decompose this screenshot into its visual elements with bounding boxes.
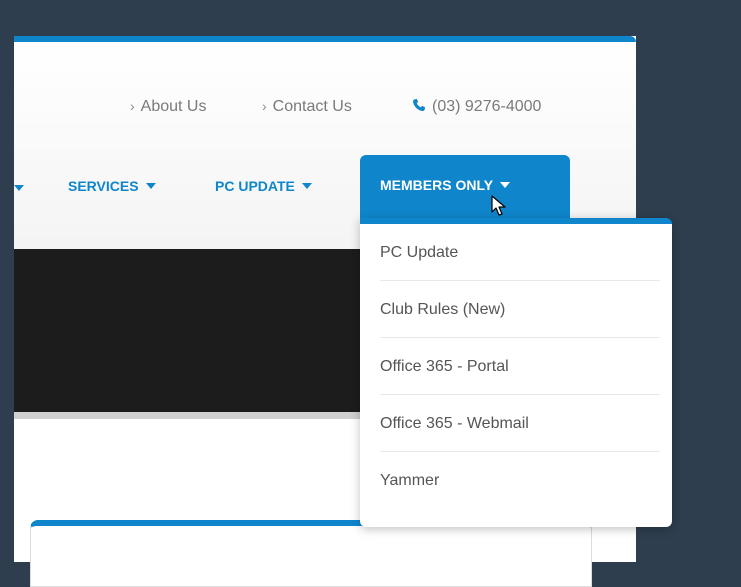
nav-services[interactable]: SERVICES bbox=[68, 178, 156, 194]
nav-members-only[interactable]: MEMBERS ONLY bbox=[360, 155, 570, 218]
menu-item-pc-update[interactable]: PC Update bbox=[380, 224, 660, 281]
menu-item-office365-portal[interactable]: Office 365 - Portal bbox=[380, 338, 660, 395]
menu-item-yammer[interactable]: Yammer bbox=[380, 452, 660, 509]
nav-services-label: SERVICES bbox=[68, 178, 139, 194]
menu-item-office365-webmail[interactable]: Office 365 - Webmail bbox=[380, 395, 660, 452]
content-card bbox=[30, 520, 592, 587]
caret-down-icon bbox=[14, 185, 24, 191]
nav-pc-update-label: PC UPDATE bbox=[215, 178, 295, 194]
menu-item-club-rules[interactable]: Club Rules (New) bbox=[380, 281, 660, 338]
caret-down-icon bbox=[145, 183, 156, 189]
nav-members-only-wrap: MEMBERS ONLY bbox=[380, 177, 511, 193]
nav-prev-caret[interactable] bbox=[14, 180, 24, 196]
caret-down-icon bbox=[500, 182, 511, 188]
nav-pc-update[interactable]: PC UPDATE bbox=[215, 178, 312, 194]
hero-banner bbox=[14, 249, 360, 412]
members-dropdown-menu: PC Update Club Rules (New) Office 365 - … bbox=[360, 218, 672, 527]
mouse-cursor-icon bbox=[491, 195, 506, 216]
hero-shadow bbox=[14, 412, 360, 419]
caret-down-icon bbox=[301, 183, 312, 189]
nav-members-only-label: MEMBERS ONLY bbox=[380, 177, 494, 193]
